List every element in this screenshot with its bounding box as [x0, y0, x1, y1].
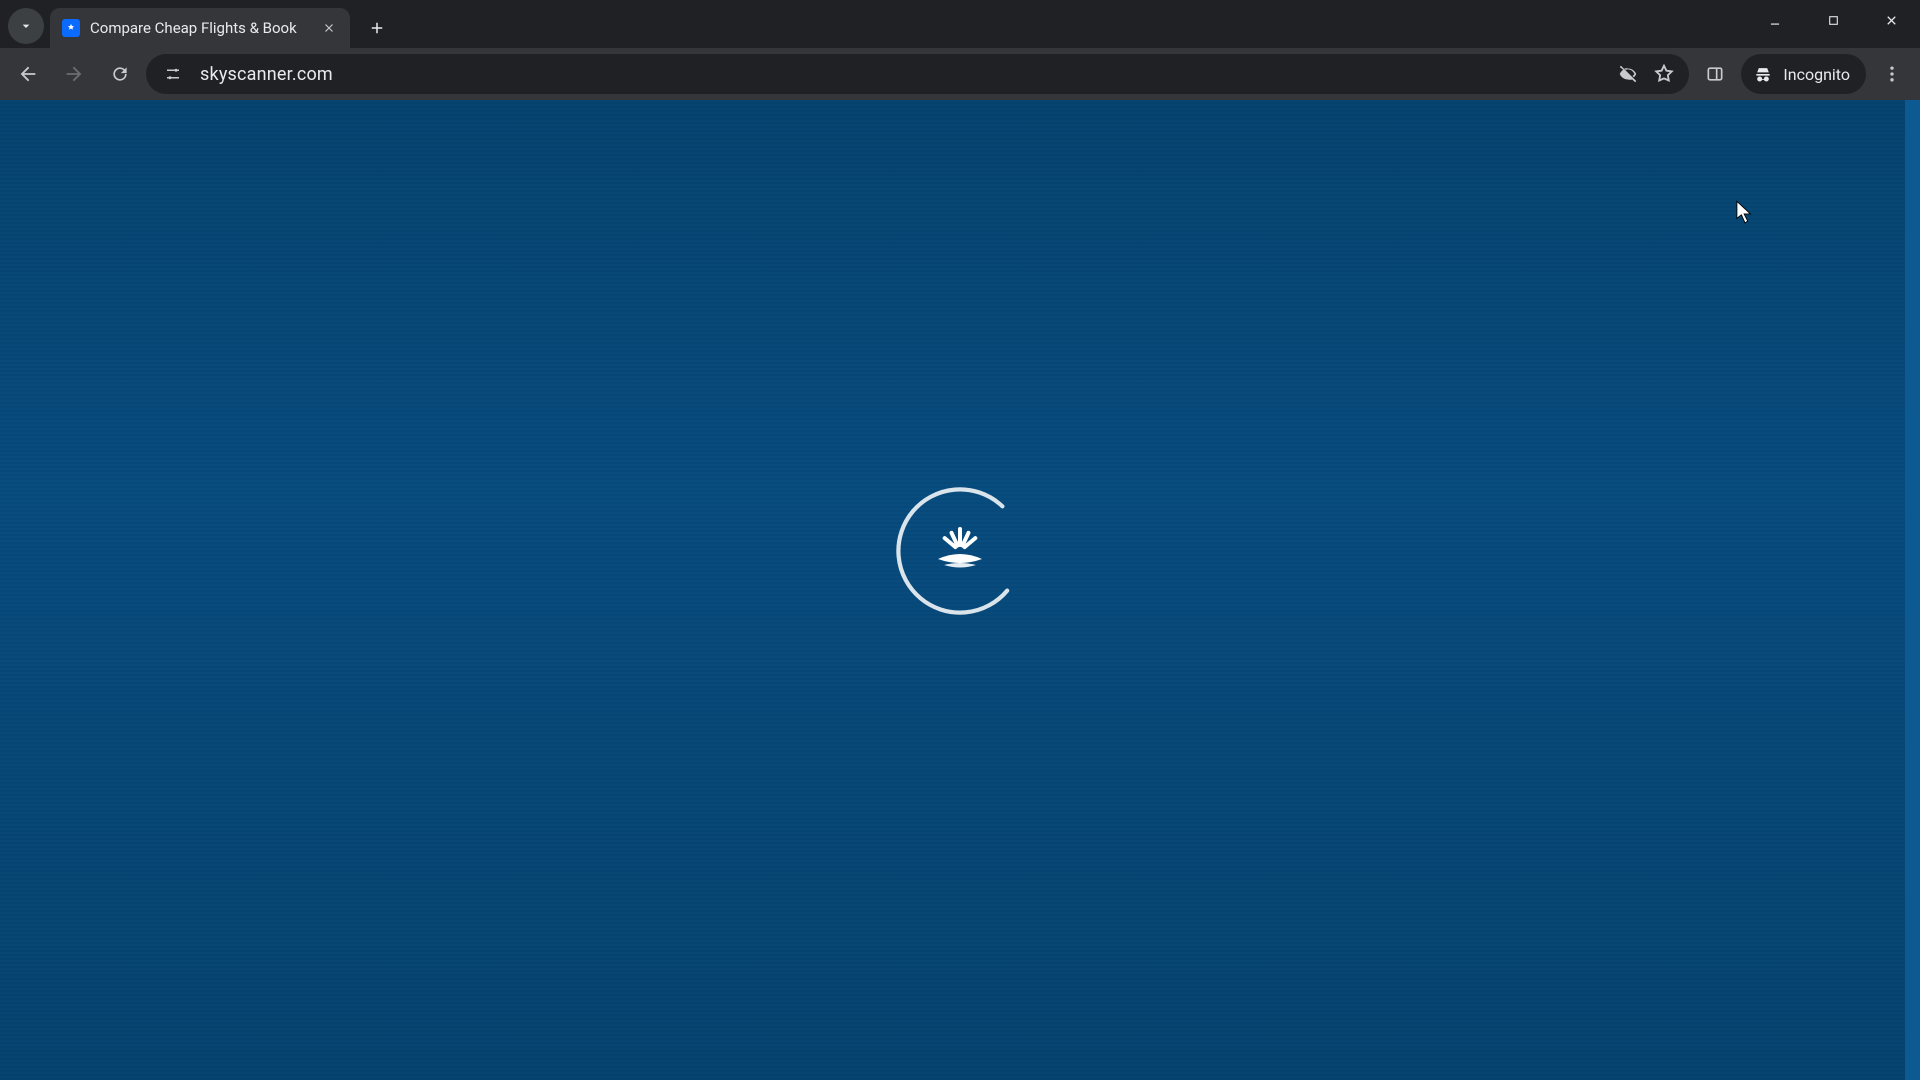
incognito-label: Incognito — [1783, 65, 1850, 84]
browser-titlebar: Compare Cheap Flights & Book — [0, 0, 1920, 48]
browser-toolbar: skyscanner.com Incognito — [0, 48, 1920, 100]
nav-back-button[interactable] — [8, 54, 48, 94]
tab-title: Compare Cheap Flights & Book — [90, 19, 310, 37]
nav-reload-button[interactable] — [100, 54, 140, 94]
bookmark-button[interactable] — [1653, 63, 1675, 85]
tracking-protection-button[interactable] — [1617, 63, 1639, 85]
maximize-icon — [1827, 14, 1840, 27]
side-panel-button[interactable] — [1695, 54, 1735, 94]
window-controls — [1746, 0, 1920, 48]
eye-off-icon — [1617, 63, 1639, 85]
address-bar-url: skyscanner.com — [200, 64, 333, 85]
nav-forward-button[interactable] — [54, 54, 94, 94]
reload-icon — [110, 64, 130, 84]
loading-spinner — [890, 481, 1030, 621]
arrow-right-icon — [63, 63, 85, 85]
incognito-icon — [1753, 64, 1773, 84]
browser-tab-active[interactable]: Compare Cheap Flights & Book — [50, 8, 350, 48]
kebab-icon — [1882, 64, 1902, 84]
scrollbar-vertical[interactable] — [1905, 100, 1920, 1080]
window-maximize-button[interactable] — [1804, 0, 1862, 40]
arrow-left-icon — [17, 63, 39, 85]
new-tab-button[interactable] — [360, 11, 394, 45]
mouse-cursor-icon — [1736, 200, 1754, 226]
address-bar[interactable]: skyscanner.com — [146, 54, 1689, 94]
plus-icon — [368, 19, 386, 37]
window-minimize-button[interactable] — [1746, 0, 1804, 40]
star-icon — [1653, 63, 1675, 85]
tab-favicon — [62, 19, 80, 37]
window-close-button[interactable] — [1862, 0, 1920, 40]
tab-search-button[interactable] — [8, 8, 44, 44]
tune-icon — [164, 65, 182, 83]
page-viewport — [0, 100, 1920, 1080]
incognito-indicator[interactable]: Incognito — [1741, 54, 1866, 94]
close-icon — [322, 21, 336, 35]
minimize-icon — [1768, 13, 1782, 27]
skyscanner-logo-icon — [925, 516, 995, 586]
panel-icon — [1705, 64, 1725, 84]
tab-close-button[interactable] — [320, 19, 338, 37]
browser-menu-button[interactable] — [1872, 54, 1912, 94]
chevron-down-icon — [18, 18, 34, 34]
site-settings-button[interactable] — [160, 61, 186, 87]
close-icon — [1884, 13, 1899, 28]
